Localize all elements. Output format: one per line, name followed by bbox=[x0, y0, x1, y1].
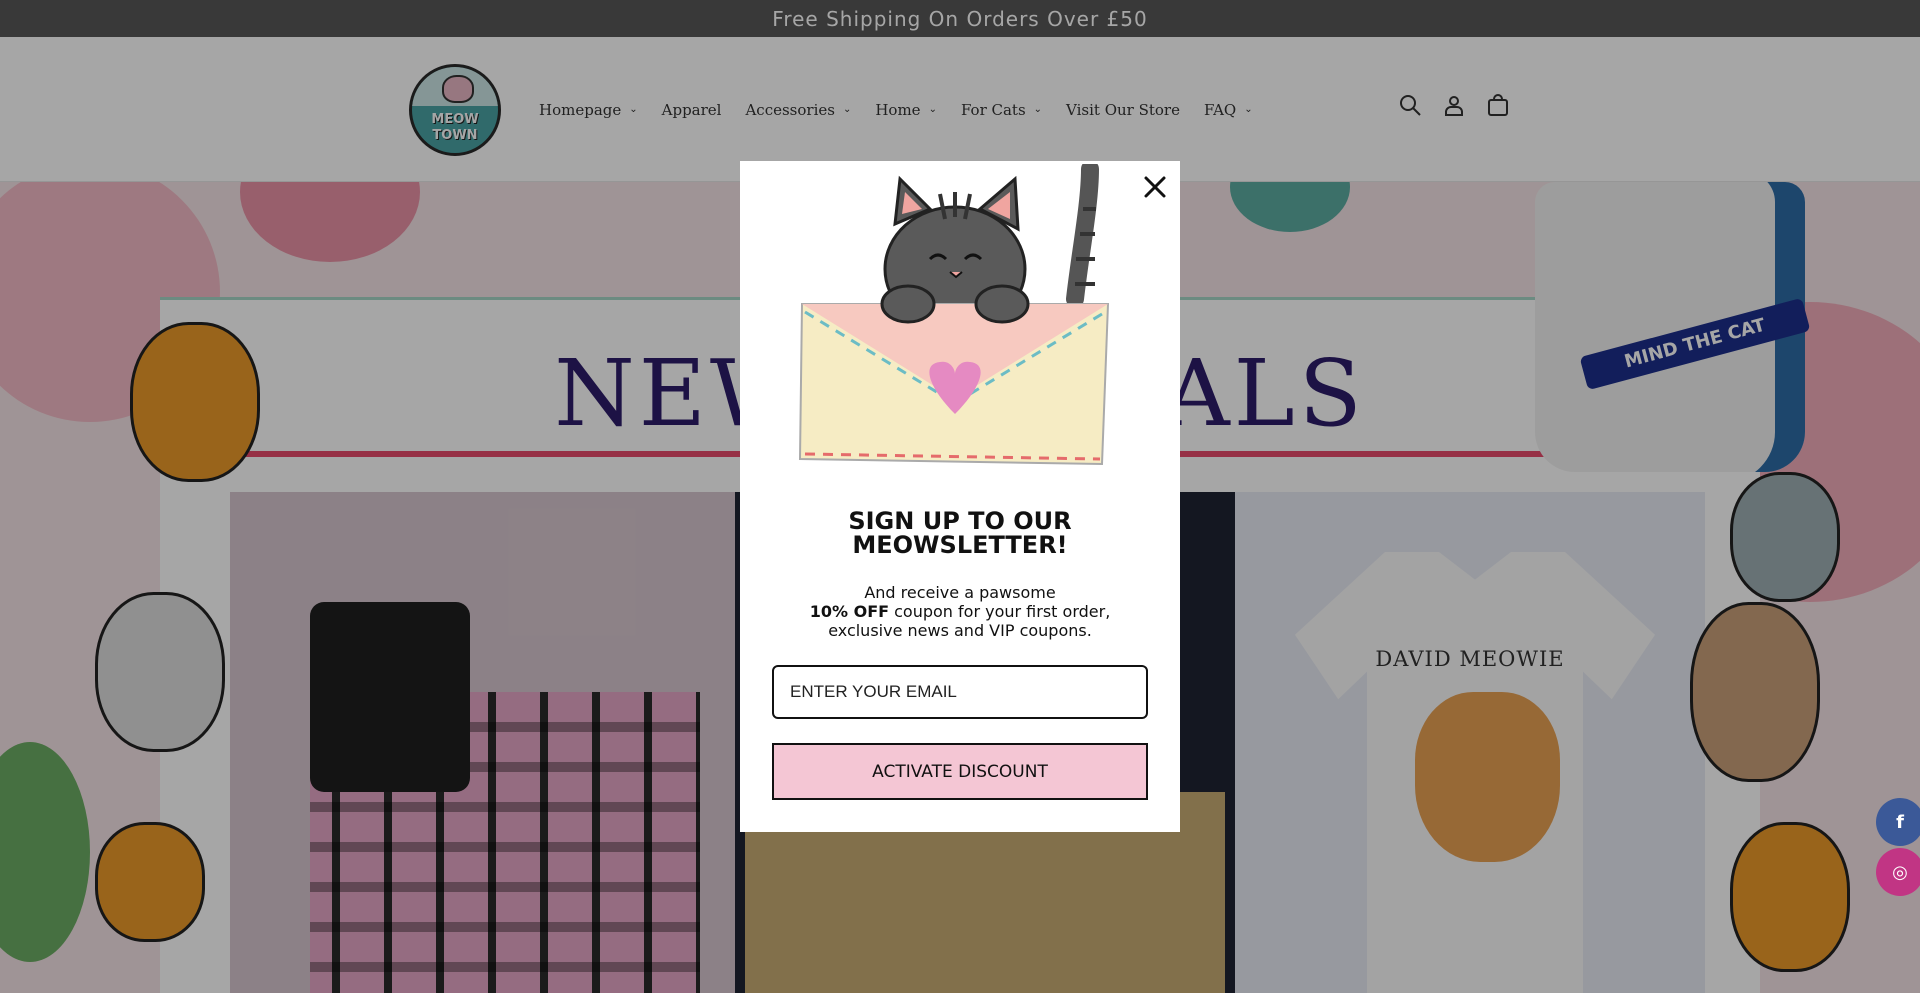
popup-text-line: 10% OFF coupon for your first order, bbox=[740, 602, 1180, 621]
popup-title-line: SIGN UP TO OUR bbox=[848, 507, 1072, 535]
popup-title: SIGN UP TO OUR MEOWSLETTER! bbox=[740, 509, 1180, 557]
popup-text-line: And receive a pawsome bbox=[864, 583, 1056, 602]
popup-text-rest: coupon for your first order, bbox=[889, 602, 1111, 621]
close-icon[interactable] bbox=[1140, 172, 1170, 202]
activate-discount-button[interactable]: ACTIVATE DISCOUNT bbox=[772, 743, 1148, 800]
email-field[interactable] bbox=[772, 665, 1148, 719]
instagram-glyph: ◎ bbox=[1892, 861, 1908, 883]
instagram-icon[interactable]: ◎ bbox=[1876, 848, 1920, 896]
discount-amount: 10% OFF bbox=[809, 602, 890, 621]
popup-description: And receive a pawsome 10% OFF coupon for… bbox=[740, 583, 1180, 640]
popup-text-line: exclusive news and VIP coupons. bbox=[828, 621, 1092, 640]
popup-title-line: MEOWSLETTER! bbox=[852, 531, 1068, 559]
facebook-glyph: f bbox=[1896, 811, 1904, 833]
cat-envelope-illustration bbox=[798, 164, 1110, 466]
facebook-icon[interactable]: f bbox=[1876, 798, 1920, 846]
